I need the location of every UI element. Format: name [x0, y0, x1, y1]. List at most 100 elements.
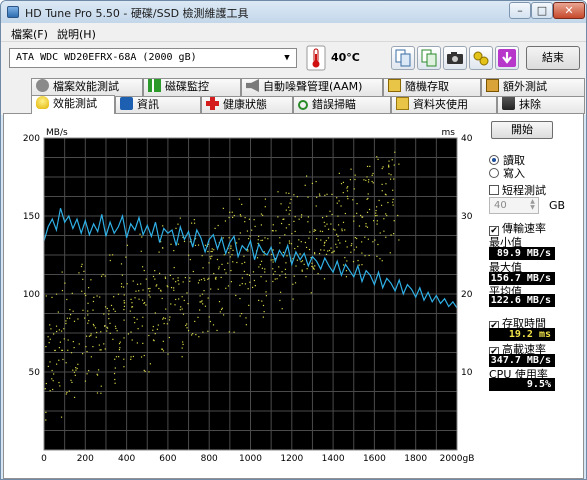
access-time-point [281, 308, 283, 310]
access-time-point [120, 263, 123, 265]
access-time-point [264, 268, 266, 270]
access-time-point [312, 266, 314, 268]
access-time-point [327, 250, 329, 252]
access-time-point [86, 350, 88, 353]
access-time-point [130, 298, 132, 300]
access-time-point [336, 197, 338, 199]
access-time-point [393, 164, 395, 166]
access-time-point [163, 322, 165, 325]
access-time-point [267, 238, 269, 240]
access-time-point [306, 175, 308, 177]
access-time-point [239, 232, 241, 234]
access-time-point [329, 210, 331, 212]
access-time-point [285, 227, 287, 229]
access-time-point [331, 252, 333, 254]
access-time-point [220, 308, 223, 311]
access-time-point [216, 258, 219, 261]
access-time-point [161, 348, 163, 350]
access-time-point [279, 275, 281, 277]
access-time-point [228, 237, 230, 239]
access-time-point [158, 272, 161, 274]
access-time-point [376, 255, 378, 257]
access-time-point [284, 273, 287, 275]
access-time-point [123, 305, 126, 308]
access-time-point [51, 369, 53, 372]
access-time-point [181, 296, 183, 298]
access-time-point [301, 214, 303, 216]
access-time-point [61, 271, 63, 273]
access-time-point [373, 220, 375, 222]
access-time-point [181, 308, 183, 310]
access-time-point [84, 292, 86, 295]
access-time-point [130, 356, 132, 358]
access-time-point [158, 251, 160, 253]
access-time-point [123, 337, 125, 339]
access-time-point [389, 178, 392, 180]
access-time-point [281, 271, 283, 273]
access-time-point [278, 266, 280, 268]
access-time-point [342, 181, 345, 183]
access-time-point [369, 165, 371, 168]
access-time-point [169, 274, 171, 276]
access-time-point [78, 272, 80, 274]
spinner-arrows-icon: ▲ ▼ [530, 198, 535, 211]
access-time-point [69, 314, 72, 316]
access-time-point [203, 277, 205, 280]
access-time-point [279, 237, 281, 239]
access-time-point [109, 254, 111, 256]
access-time-point [203, 290, 205, 292]
access-time-point [107, 327, 109, 329]
access-time-point [238, 238, 240, 240]
read-radio[interactable]: 讀取 [489, 152, 569, 167]
access-time-point [81, 353, 84, 355]
access-time-point [392, 201, 394, 203]
access-time-point [323, 249, 325, 251]
access-time-point [385, 194, 387, 196]
access-time-point [73, 396, 76, 398]
access-time-point [383, 218, 385, 220]
access-time-point [49, 324, 51, 326]
access-time-point [52, 388, 54, 391]
transfer-rate-checkbox[interactable]: ✔ 傳輸速率 [489, 220, 546, 236]
access-time-point [358, 264, 360, 266]
access-time-point [134, 297, 136, 299]
access-time-point [245, 324, 247, 326]
access-time-point [336, 246, 338, 248]
access-time-point [173, 287, 175, 289]
burst-rate-checkbox[interactable]: ✔ 高載速率 [489, 341, 546, 357]
access-time-point [204, 279, 206, 281]
write-radio[interactable]: 寫入 [489, 165, 569, 180]
access-time-point [272, 261, 274, 263]
access-time-value: 19.2 ms [489, 328, 555, 341]
access-time-point [214, 227, 216, 230]
access-time-point [363, 179, 365, 181]
access-time-point [164, 276, 166, 278]
access-time-point [114, 310, 116, 313]
tab-benchmark[interactable]: 效能測試 [31, 95, 115, 114]
access-time-point [170, 243, 172, 245]
access-time-point [381, 190, 383, 192]
access-time-point [209, 256, 211, 258]
access-time-point [356, 237, 358, 240]
access-time-point [285, 209, 287, 211]
access-time-point [376, 220, 378, 222]
access-time-point [223, 314, 225, 316]
access-time-point [198, 336, 200, 338]
access-time-point [327, 228, 330, 230]
access-time-point [368, 208, 371, 211]
access-time-point [282, 218, 284, 221]
access-time-point [288, 223, 290, 226]
short-test-checkbox[interactable]: 短程測試 [489, 182, 546, 197]
access-time-point [336, 202, 338, 204]
access-time-point [249, 235, 251, 237]
access-time-point [240, 312, 243, 315]
access-time-point [123, 302, 125, 304]
access-time-point [227, 285, 230, 287]
access-time-point [53, 333, 55, 335]
start-button[interactable]: 開始 [491, 121, 553, 139]
access-time-point [393, 220, 395, 222]
access-time-checkbox[interactable]: ✔ 存取時間 [489, 315, 546, 331]
short-test-spinner[interactable]: 40 ▲ ▼ [489, 197, 539, 214]
access-time-point [170, 286, 173, 289]
access-time-point [290, 198, 292, 200]
